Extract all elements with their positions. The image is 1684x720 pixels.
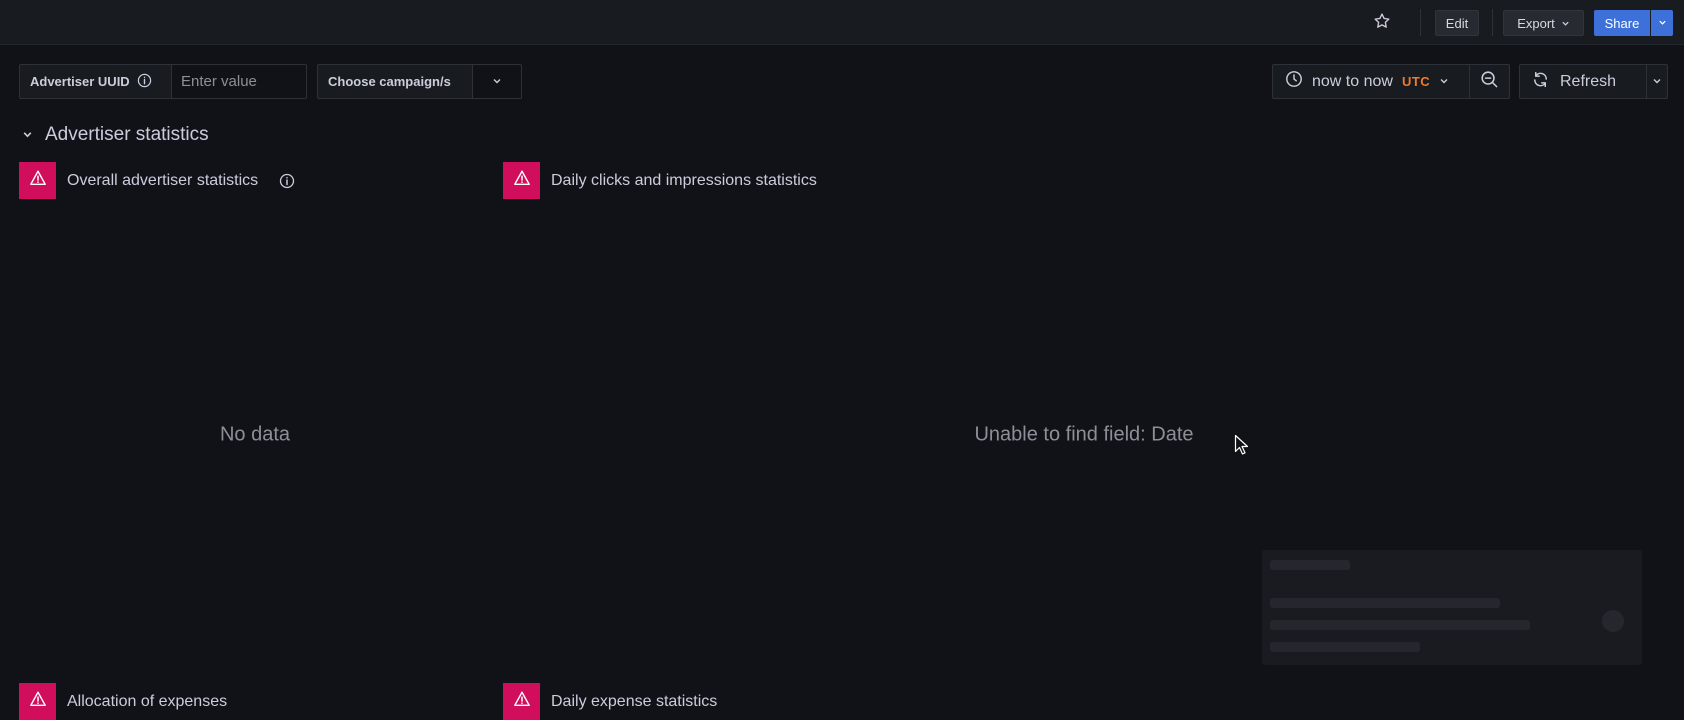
star-button[interactable] — [1369, 10, 1395, 36]
row-title: Advertiser statistics — [45, 124, 209, 145]
panel-no-data-message: No data — [219, 423, 291, 446]
time-range-picker[interactable]: now to now UTC — [1272, 64, 1470, 99]
panel-header-allocation-of-expenses: Allocation of expenses — [19, 683, 227, 720]
campaign-label: Choose campaign/s — [317, 64, 472, 99]
zoom-out-button[interactable] — [1470, 64, 1510, 99]
chevron-down-icon — [492, 73, 502, 91]
info-icon[interactable] — [279, 173, 295, 189]
refresh-button[interactable]: Refresh — [1519, 64, 1647, 99]
advertiser-uuid-input[interactable] — [171, 64, 307, 99]
panel-header-overall-advertiser-statistics: Overall advertiser statistics — [19, 162, 295, 199]
panel-error-indicator[interactable] — [503, 162, 540, 199]
chevron-down-icon — [1652, 73, 1662, 91]
panel-error-indicator[interactable] — [503, 683, 540, 720]
chevron-down-icon — [22, 124, 33, 146]
refresh-interval-button[interactable] — [1647, 64, 1668, 99]
mouse-cursor-icon — [1234, 434, 1250, 461]
chevron-down-icon — [1561, 16, 1570, 31]
edit-label: Edit — [1445, 15, 1469, 31]
export-button[interactable]: Export — [1503, 10, 1584, 36]
advertiser-uuid-label-text: Advertiser UUID — [30, 74, 130, 89]
notification-toast — [1262, 550, 1642, 665]
advertiser-uuid-label: Advertiser UUID — [19, 64, 171, 99]
warning-icon — [513, 690, 531, 713]
refresh-label: Refresh — [1560, 72, 1617, 90]
panel-error-indicator[interactable] — [19, 683, 56, 720]
campaign-select[interactable] — [472, 64, 522, 99]
warning-icon — [29, 169, 47, 192]
chevron-down-icon — [1658, 14, 1667, 32]
info-icon[interactable] — [137, 73, 152, 91]
campaign-label-text: Choose campaign/s — [328, 74, 451, 89]
panel-error-message: Unable to find field: Date — [974, 423, 1194, 446]
warning-icon — [513, 169, 531, 192]
share-button[interactable]: Share — [1594, 10, 1650, 36]
row-header-advertiser-statistics[interactable]: Advertiser statistics — [22, 122, 209, 148]
dashboard-toolbar: Edit Export Share — [0, 0, 1684, 45]
panel-title: Overall advertiser statistics — [67, 171, 259, 189]
panel-title: Allocation of expenses — [67, 692, 228, 710]
panel-title: Daily expense statistics — [551, 692, 718, 710]
toolbar-divider — [1420, 9, 1421, 36]
chevron-down-icon — [1439, 73, 1449, 91]
clock-icon — [1285, 70, 1303, 93]
panel-header-daily-clicks-impressions: Daily clicks and impressions statistics — [503, 162, 817, 199]
toolbar-divider — [1492, 9, 1493, 36]
zoom-out-icon — [1480, 70, 1499, 94]
panel-error-indicator[interactable] — [19, 162, 56, 199]
export-label: Export — [1517, 15, 1555, 31]
share-options-button[interactable] — [1651, 10, 1673, 36]
star-icon — [1373, 12, 1391, 35]
time-range-text: now to now — [1312, 72, 1393, 90]
panel-title: Daily clicks and impressions statistics — [551, 171, 817, 189]
refresh-icon — [1531, 70, 1550, 94]
timezone-badge: UTC — [1401, 74, 1431, 89]
share-label: Share — [1604, 15, 1640, 31]
panel-header-daily-expense-statistics: Daily expense statistics — [503, 683, 717, 720]
edit-button[interactable]: Edit — [1435, 10, 1479, 36]
warning-icon — [29, 690, 47, 713]
